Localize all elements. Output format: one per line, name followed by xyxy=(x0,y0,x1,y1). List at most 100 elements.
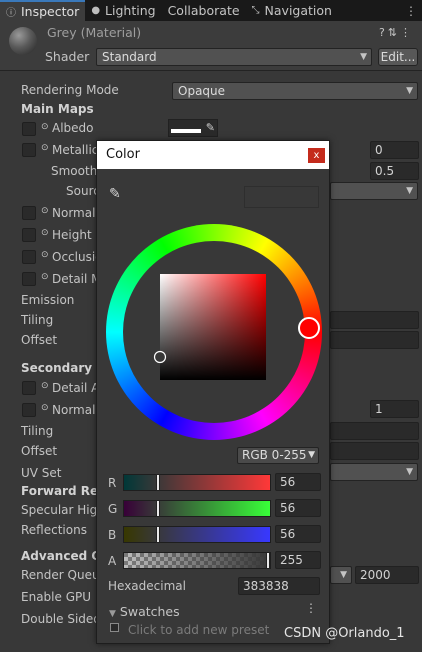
shader-dropdown[interactable]: Standard ▼ xyxy=(96,48,372,66)
b-slider-handle[interactable] xyxy=(156,526,160,543)
tiling-field[interactable] xyxy=(330,311,419,329)
a-label: A xyxy=(108,554,117,568)
enable-gpu-label: Enable GPU In xyxy=(21,590,106,604)
color-preview xyxy=(244,186,319,208)
tiling-label: Tiling xyxy=(21,313,54,327)
help-icon[interactable]: ? xyxy=(379,26,388,39)
info-icon: ⓘ xyxy=(6,8,16,19)
eyedropper-icon[interactable]: ✎ xyxy=(109,186,121,202)
r-label: R xyxy=(108,476,117,490)
g-slider-handle[interactable] xyxy=(156,500,160,517)
occlusion-label: Occlusio xyxy=(52,250,103,264)
target-icon[interactable]: ⊙ xyxy=(41,250,49,260)
offset2-label: Offset xyxy=(21,444,58,458)
target-icon[interactable]: ⊙ xyxy=(41,122,49,132)
target-icon[interactable]: ⊙ xyxy=(41,228,49,238)
tab-menu-icon[interactable]: ⋮ xyxy=(400,0,422,21)
double-sided-label: Double Sided xyxy=(21,612,101,626)
triangle-down-icon: ▼ xyxy=(109,609,116,619)
emission-label: Emission xyxy=(21,293,75,307)
smoothness-value-field[interactable]: 0.5 xyxy=(370,162,419,180)
offset-field[interactable] xyxy=(330,331,419,349)
tiling2-field[interactable] xyxy=(330,422,419,440)
b-slider[interactable] xyxy=(123,526,271,543)
more-icon[interactable]: ⋮ xyxy=(400,26,414,39)
b-label: B xyxy=(108,528,117,542)
source-dropdown[interactable]: ▼ xyxy=(330,182,418,200)
swatches-foldout[interactable]: ▼ Swatches xyxy=(109,604,180,619)
tab-collaborate-label: Collaborate xyxy=(167,3,240,18)
close-button[interactable]: x xyxy=(308,148,325,163)
a-slider-handle[interactable] xyxy=(266,552,270,569)
uv-set-dropdown[interactable]: ▼ xyxy=(330,463,418,481)
render-queue-dropdown[interactable]: ▼ xyxy=(330,566,352,584)
chevron-down-icon: ▼ xyxy=(406,86,413,96)
chevron-down-icon: ▼ xyxy=(360,52,367,62)
normal-map2-texture-slot[interactable] xyxy=(22,403,36,417)
value-overlay xyxy=(160,274,266,380)
color-picker-window: Color x ✎ RGB 0-255 ▼ R 56 G 56 B 56 A 2… xyxy=(96,140,330,644)
offset2-field[interactable] xyxy=(330,442,419,460)
color-picker-title: Color xyxy=(106,147,140,162)
normal-map2-value-field[interactable]: 1 xyxy=(370,400,419,418)
tab-bar: ⓘ Inspector ● Lighting Collaborate ⤡ Nav… xyxy=(0,0,422,21)
edit-button[interactable]: Edit... xyxy=(378,48,418,66)
color-picker-title-bar[interactable]: Color xyxy=(97,141,329,169)
hue-handle[interactable] xyxy=(298,317,320,339)
g-value-field[interactable]: 56 xyxy=(275,499,321,517)
tab-inspector[interactable]: ⓘ Inspector xyxy=(0,0,86,21)
detail-mask-texture-slot[interactable] xyxy=(22,272,36,286)
occlusion-texture-slot[interactable] xyxy=(22,250,36,264)
chevron-down-icon: ▼ xyxy=(406,467,413,477)
tab-navigation-label: Navigation xyxy=(264,3,332,18)
preset-icon[interactable]: ⇅ xyxy=(388,26,400,39)
target-icon[interactable]: ⊙ xyxy=(41,403,49,413)
metallic-texture-slot[interactable] xyxy=(22,143,36,157)
navigation-icon: ⤡ xyxy=(251,5,260,16)
detail-mask-label: Detail M xyxy=(52,272,102,286)
albedo-texture-slot[interactable] xyxy=(22,122,36,136)
g-slider[interactable] xyxy=(123,500,271,517)
add-preset-box[interactable] xyxy=(110,623,119,632)
target-icon[interactable]: ⊙ xyxy=(41,381,49,391)
color-wheel[interactable] xyxy=(106,224,322,440)
bulb-icon: ● xyxy=(91,5,101,16)
render-queue-label: Render Queue xyxy=(21,568,107,582)
chevron-down-icon: ▼ xyxy=(340,570,347,580)
target-icon[interactable]: ⊙ xyxy=(41,272,49,282)
main-maps-heading: Main Maps xyxy=(21,102,94,116)
shader-value: Standard xyxy=(102,50,157,64)
offset-label: Offset xyxy=(21,333,58,347)
target-icon[interactable]: ⊙ xyxy=(41,206,49,216)
tiling2-label: Tiling xyxy=(21,424,54,438)
rendering-mode-dropdown[interactable]: Opaque ▼ xyxy=(172,82,418,100)
color-mode-value: RGB 0-255 xyxy=(242,448,307,462)
tab-navigation[interactable]: ⤡ Navigation xyxy=(246,0,338,21)
tab-collaborate[interactable]: Collaborate xyxy=(162,0,246,21)
tab-lighting-label: Lighting xyxy=(105,3,156,18)
detail-albedo-texture-slot[interactable] xyxy=(22,381,36,395)
hex-value-field[interactable]: 383838 xyxy=(238,577,320,595)
r-slider-handle[interactable] xyxy=(156,474,160,491)
normal-map-texture-slot[interactable] xyxy=(22,206,36,220)
tab-lighting[interactable]: ● Lighting xyxy=(85,0,161,21)
color-mode-dropdown[interactable]: RGB 0-255 ▼ xyxy=(237,447,319,464)
sv-handle[interactable] xyxy=(153,350,167,364)
r-value-field[interactable]: 56 xyxy=(275,473,321,491)
height-map-texture-slot[interactable] xyxy=(22,228,36,242)
rendering-mode-value: Opaque xyxy=(178,84,226,98)
albedo-color-field[interactable]: ✎ xyxy=(168,119,218,137)
a-value-field[interactable]: 255 xyxy=(275,551,321,569)
swatches-label: Swatches xyxy=(119,604,180,619)
metallic-value-field[interactable]: 0 xyxy=(370,141,419,159)
b-value-field[interactable]: 56 xyxy=(275,525,321,543)
render-queue-value-field[interactable]: 2000 xyxy=(355,566,419,584)
target-icon[interactable]: ⊙ xyxy=(41,143,49,153)
reflections-label: Reflections xyxy=(21,523,87,537)
swatches-menu-icon[interactable]: ⋮ xyxy=(305,601,317,615)
r-slider[interactable] xyxy=(123,474,271,491)
a-slider[interactable] xyxy=(123,552,271,569)
albedo-label: Albedo xyxy=(52,121,94,135)
eyedropper-icon[interactable]: ✎ xyxy=(206,121,215,134)
header-icons: ?⇅⋮ xyxy=(379,26,414,39)
